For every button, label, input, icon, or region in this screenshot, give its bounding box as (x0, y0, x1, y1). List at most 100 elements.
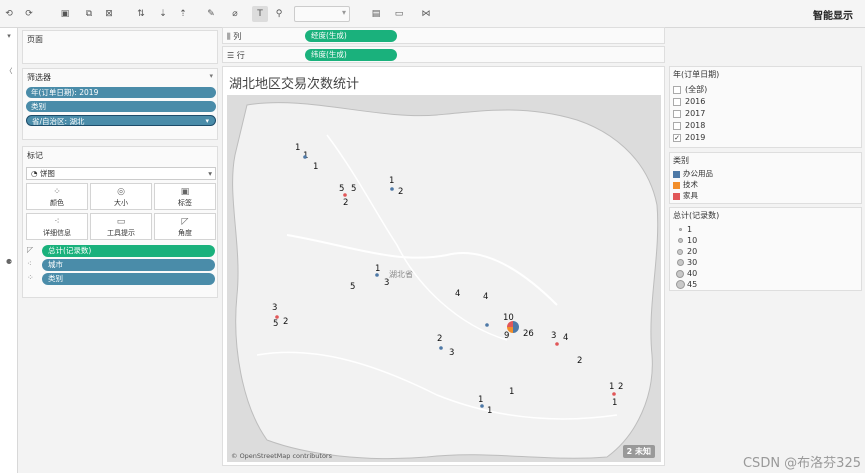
data-label: 1 (295, 143, 300, 153)
strip-item[interactable]: 〈 (0, 66, 18, 76)
tooltip-button[interactable]: ▭ 工具提示 (90, 213, 152, 240)
angle-icon: ◸ (27, 245, 34, 254)
pill-dropdown-icon[interactable]: ▾ (205, 116, 209, 127)
detail-button[interactable]: ⁖ 详细信息 (26, 213, 88, 240)
mark-field-row[interactable]: ◸ 总计(记录数) (26, 245, 216, 257)
data-label: 1 (478, 395, 483, 405)
filter-pill[interactable]: 年(订单日期): 2019 (26, 87, 216, 98)
smart-show-button[interactable]: 智能显示 (813, 7, 853, 22)
size-dot (678, 228, 682, 231)
year-option[interactable]: ✓ 2019 (673, 133, 705, 144)
pin-icon[interactable]: ⚲ (273, 6, 285, 22)
legend-item[interactable]: 技术 (673, 180, 698, 190)
checkbox[interactable]: ✓ (673, 133, 681, 142)
color-button-label: 颜色 (50, 199, 64, 207)
duplicate-icon[interactable]: ⧉ (82, 6, 96, 22)
size-legend-item[interactable]: 20 (673, 246, 697, 257)
data-label: 2 (437, 334, 442, 344)
longitude-pill[interactable]: 经度(生成) (305, 30, 397, 42)
presentation-icon[interactable]: ▭ (392, 6, 406, 22)
filter-pill-selected[interactable]: 省/自治区: 湖北 ▾ (26, 115, 216, 126)
show-cards-icon[interactable]: ▤ (367, 6, 385, 22)
checkbox[interactable] (673, 121, 681, 130)
map-view[interactable]: 湖北省 11155212135443251092623342111121 © O… (227, 95, 661, 462)
filters-card-title: 筛选器 (27, 73, 51, 82)
map-credit[interactable]: © OpenStreetMap contributors (231, 452, 332, 460)
mark-field-row[interactable]: ⁘ 类别 (26, 273, 216, 285)
strip-item[interactable]: ⚈ (0, 258, 18, 266)
legend-label: 家具 (683, 191, 698, 200)
show-labels-icon[interactable]: T (252, 6, 268, 22)
year-option[interactable]: 2017 (673, 109, 705, 120)
new-worksheet-icon[interactable]: ▣ (57, 6, 73, 22)
year-option[interactable]: 2018 (673, 121, 705, 132)
legend-item[interactable]: 办公用品 (673, 169, 713, 179)
mark-field-pill[interactable]: 总计(记录数) (42, 245, 215, 257)
angle-button[interactable]: ◸ 角度 (154, 213, 216, 240)
unknown-indicator[interactable]: 2 未知 (622, 445, 655, 458)
mark-field-row[interactable]: ⁖ 城市 (26, 259, 216, 271)
map-svg[interactable]: 湖北省 11155212135443251092623342111121 (227, 95, 661, 462)
size-button[interactable]: ◎ 大小 (90, 183, 152, 210)
clear-icon[interactable]: ⊠ (101, 6, 117, 22)
size-legend-label: 1 (687, 225, 693, 234)
group-icon[interactable]: ⌀ (228, 6, 242, 22)
year-filter-card: 年(订单日期) (全部) 2016 2017 2018 ✓ 2019 (669, 66, 862, 148)
redo-icon[interactable]: ⟳ (22, 6, 36, 22)
size-dot (676, 269, 684, 278)
pages-card-title: 页面 (27, 35, 43, 44)
size-legend-item[interactable]: 1 (673, 224, 692, 235)
tooltip-button-label: 工具提示 (107, 229, 135, 237)
color-button[interactable]: ⁘ 颜色 (26, 183, 88, 210)
mark-field-pill[interactable]: 城市 (42, 259, 215, 271)
undo-icon[interactable]: ⟲ (2, 6, 16, 22)
year-filter-title: 年(订单日期) (673, 70, 720, 79)
pie-mark (343, 193, 347, 197)
swap-icon[interactable]: ⇅ (134, 6, 148, 22)
legend-label: 办公用品 (683, 169, 713, 178)
columns-shelf[interactable]: ⫼ 列 经度(生成) (222, 27, 665, 44)
worksheet-view: 湖北地区交易次数统计 湖北省 1115521213544325109262334… (222, 66, 665, 466)
data-label: 5 (350, 282, 355, 292)
strip-item[interactable]: ▾ (0, 32, 18, 40)
legend-item[interactable]: 家具 (673, 191, 698, 201)
checkbox[interactable] (673, 109, 681, 118)
size-dot (675, 280, 685, 289)
pie-mark (612, 392, 616, 396)
fit-dropdown[interactable] (294, 6, 350, 22)
size-legend-item[interactable]: 30 (673, 257, 697, 268)
checkbox[interactable] (673, 85, 681, 94)
data-label: 1 (487, 406, 492, 416)
share-icon[interactable]: ⋈ (419, 6, 433, 22)
angle-icon: ◸ (181, 217, 189, 227)
data-label: 3 (449, 348, 454, 358)
size-legend-label: 45 (687, 280, 698, 289)
data-label: 4 (483, 292, 488, 302)
watermark: CSDN @布洛芬325 (742, 456, 861, 471)
highlight-icon[interactable]: ✎ (204, 6, 218, 22)
size-legend-item[interactable]: 45 (673, 279, 697, 290)
mark-type-dropdown[interactable]: ◔ 饼图 (26, 167, 216, 180)
label-button[interactable]: ▣ 标签 (154, 183, 216, 210)
size-legend-item[interactable]: 10 (673, 235, 697, 246)
year-option[interactable]: (全部) (673, 85, 707, 96)
year-option[interactable]: 2016 (673, 97, 705, 108)
legend-swatch (673, 170, 680, 178)
card-menu-icon[interactable]: ▾ (209, 72, 213, 80)
year-option-label: 2016 (685, 97, 706, 106)
data-label: 1 (313, 162, 318, 172)
rows-shelf-label: ☰ 行 (227, 51, 245, 60)
marks-card: 标记 ◔ 饼图 ⁘ 颜色 ◎ 大小 ▣ 标签 ⁖ 详细信息 ▭ 工具提示 ◸ 角… (22, 146, 218, 298)
checkbox[interactable] (673, 97, 681, 106)
sort-desc-icon[interactable]: ⇡ (176, 6, 190, 22)
rows-shelf[interactable]: ☰ 行 纬度(生成) (222, 46, 665, 63)
province-label: 湖北省 (389, 269, 413, 279)
filter-pill[interactable]: 类别 (26, 101, 216, 112)
sort-asc-icon[interactable]: ⇣ (156, 6, 170, 22)
latitude-pill[interactable]: 纬度(生成) (305, 49, 397, 61)
size-legend-item[interactable]: 40 (673, 268, 697, 279)
filters-card: 筛选器 ▾ 年(订单日期): 2019 类别 省/自治区: 湖北 ▾ (22, 68, 218, 140)
detail-button-label: 详细信息 (43, 229, 71, 237)
mark-field-pill[interactable]: 类别 (42, 273, 215, 285)
size-legend-label: 10 (687, 236, 698, 245)
